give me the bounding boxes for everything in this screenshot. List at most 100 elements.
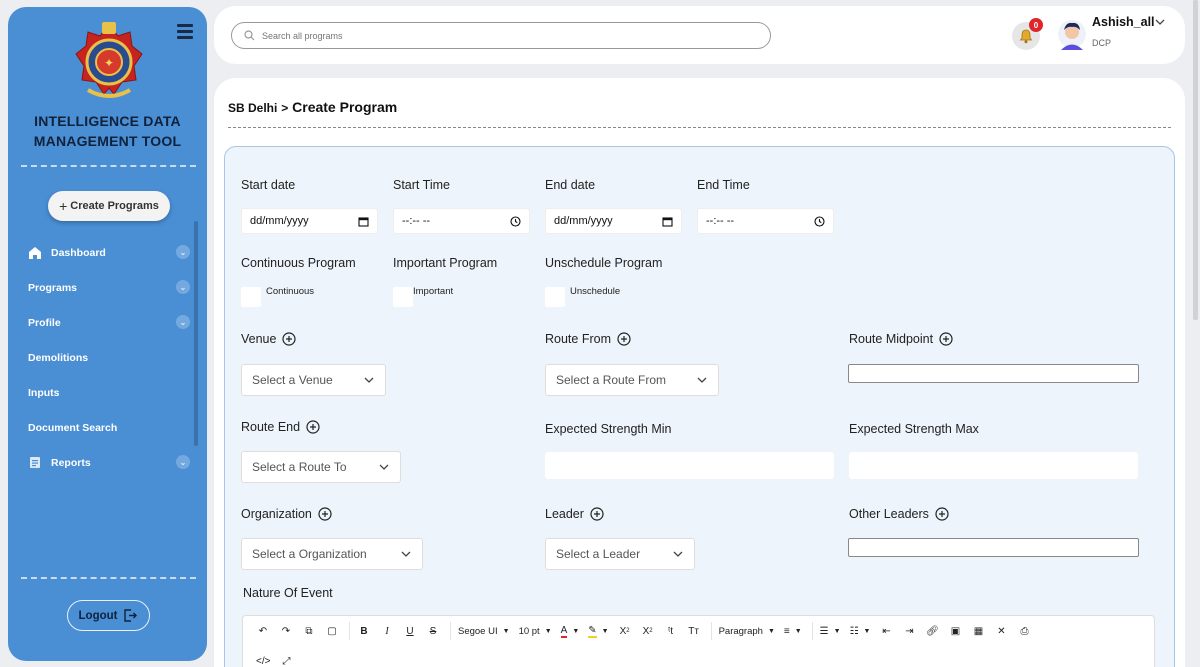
add-circle-icon[interactable] <box>282 332 297 346</box>
end-time-label: End Time <box>697 178 750 192</box>
bell-icon <box>1019 29 1033 43</box>
print-icon[interactable]: ⎙ <box>1014 620 1034 642</box>
start-date-input[interactable]: dd/mm/yyyy <box>241 208 378 234</box>
route-midpoint-input[interactable] <box>848 364 1139 383</box>
add-circle-icon[interactable] <box>306 420 320 434</box>
delhi-police-emblem-logo: ✦ <box>75 22 143 98</box>
svg-text:✦: ✦ <box>104 56 114 70</box>
route-midpoint-label: Route Midpoint <box>849 332 953 346</box>
bold-icon[interactable]: B <box>354 620 374 642</box>
outdent-icon[interactable]: ⇤ <box>876 620 896 642</box>
sidebar-item-document-search[interactable]: Document Search <box>8 410 193 445</box>
sidebar-item-dashboard[interactable]: Dashboard ⌄ <box>8 235 193 270</box>
italic-icon[interactable]: I <box>377 620 397 642</box>
start-time-input[interactable]: --:-- -- <box>393 208 530 234</box>
sidebar-divider <box>21 577 196 579</box>
create-programs-button[interactable]: + Create Programs <box>48 191 170 221</box>
table-icon[interactable]: ▦ <box>968 620 988 642</box>
editor-toolbar-row-1: ↶ ↷ ⧉ ▢ B I U S Segoe UI ▼ 10 pt ▼ A ▼ ✎ ▼ X… <box>243 618 1037 644</box>
highlight-color-icon[interactable]: ✎ ▼ <box>585 620 611 642</box>
venue-select[interactable]: Select a Venue <box>241 364 386 396</box>
route-end-select[interactable]: Select a Route To <box>241 451 401 483</box>
strength-min-input[interactable] <box>545 452 834 479</box>
strength-max-input[interactable] <box>849 452 1138 479</box>
sidebar-item-reports[interactable]: Reports ⌄ <box>8 445 193 480</box>
chevron-down-icon[interactable] <box>1154 16 1166 28</box>
source-code-icon[interactable]: </> <box>253 650 273 667</box>
calendar-icon[interactable] <box>662 216 673 227</box>
editor-toolbar-row-2: </> ⤢ <box>243 648 299 667</box>
add-circle-icon[interactable] <box>318 507 332 521</box>
organization-select[interactable]: Select a Organization <box>241 538 423 570</box>
calendar-icon[interactable] <box>358 216 369 227</box>
end-date-input[interactable]: dd/mm/yyyy <box>545 208 682 234</box>
user-name[interactable]: Ashish_all <box>1092 15 1155 29</box>
font-size-icon[interactable]: Tт <box>684 620 704 642</box>
other-leaders-input[interactable] <box>848 538 1139 557</box>
font-family-select[interactable]: Segoe UI ▼ <box>455 620 513 642</box>
sidebar-item-programs[interactable]: Programs ⌄ <box>8 270 193 305</box>
fullscreen-icon[interactable]: ⤢ <box>276 650 296 667</box>
ordered-list-icon[interactable]: ☰ ▼ <box>817 620 844 642</box>
organization-label: Organization <box>241 507 332 521</box>
rich-text-editor[interactable]: ↶ ↷ ⧉ ▢ B I U S Segoe UI ▼ 10 pt ▼ A ▼ ✎ ▼ X… <box>242 615 1155 667</box>
paste-icon[interactable]: ▢ <box>322 620 342 642</box>
search-box[interactable] <box>231 22 771 49</box>
continuous-checkbox[interactable] <box>241 287 261 307</box>
sidebar-item-profile[interactable]: Profile ⌄ <box>8 305 193 340</box>
add-circle-icon[interactable] <box>590 507 604 521</box>
route-from-label: Route From <box>545 332 631 346</box>
chevron-down-icon <box>673 551 683 557</box>
clock-icon[interactable] <box>510 215 521 227</box>
sidebar-item-inputs[interactable]: Inputs <box>8 375 193 410</box>
main-panel: SB Delhi > Create Program Start date Sta… <box>214 78 1185 667</box>
align-icon[interactable]: ≡ ▼ <box>781 620 805 642</box>
important-checkbox[interactable] <box>393 287 413 307</box>
superscript-icon[interactable]: X2 <box>638 620 658 642</box>
breadcrumb-separator: > <box>281 101 289 115</box>
clear-format-icon[interactable]: ✕ <box>991 620 1011 642</box>
chevron-down-icon[interactable]: ⌄ <box>176 455 190 469</box>
breadcrumb-root[interactable]: SB Delhi <box>228 101 277 115</box>
copy-icon[interactable]: ⧉ <box>299 620 319 642</box>
strikethrough-icon[interactable]: S <box>423 620 443 642</box>
chevron-down-icon[interactable]: ⌄ <box>176 315 190 329</box>
chevron-down-icon <box>401 551 411 557</box>
unordered-list-icon[interactable]: ☷ ▼ <box>847 620 874 642</box>
block-format-select[interactable]: Paragraph ▼ <box>716 620 778 642</box>
add-circle-icon[interactable] <box>617 332 631 346</box>
leader-select[interactable]: Select a Leader <box>545 538 695 570</box>
avatar[interactable] <box>1058 19 1086 50</box>
end-time-input[interactable]: --:-- -- <box>697 208 834 234</box>
end-date-label: End date <box>545 178 596 192</box>
sidebar-item-demolitions[interactable]: Demolitions <box>8 340 193 375</box>
link-icon[interactable]: 🔗︎ <box>922 620 942 642</box>
sidebar-scrollbar[interactable] <box>194 221 198 446</box>
underline-icon[interactable]: U <box>400 620 420 642</box>
clock-icon[interactable] <box>814 215 825 227</box>
image-icon[interactable]: ▣ <box>945 620 965 642</box>
toolbar-separator <box>811 622 813 640</box>
chevron-down-icon[interactable]: ⌄ <box>176 245 190 259</box>
top-bar: 0 Ashish_all DCP <box>214 6 1185 64</box>
subscript-icon[interactable]: X2 <box>615 620 635 642</box>
toolbar-separator <box>450 622 451 640</box>
page-scrollbar[interactable] <box>1193 0 1198 320</box>
font-size-select[interactable]: 10 pt ▼ <box>516 620 555 642</box>
start-time-label: Start Time <box>393 178 450 192</box>
text-color-icon[interactable]: A ▼ <box>558 620 583 642</box>
add-circle-icon[interactable] <box>935 507 949 521</box>
toolbar-separator <box>710 622 712 640</box>
add-circle-icon[interactable] <box>939 332 953 346</box>
redo-icon[interactable]: ↷ <box>276 620 296 642</box>
unschedule-program-label: Unschedule Program <box>545 256 663 270</box>
unschedule-checkbox[interactable] <box>545 287 565 307</box>
route-from-select[interactable]: Select a Route From <box>545 364 719 396</box>
undo-icon[interactable]: ↶ <box>253 620 273 642</box>
chevron-down-icon[interactable]: ⌄ <box>176 280 190 294</box>
search-input[interactable] <box>262 30 742 41</box>
change-case-icon[interactable]: ᵗt <box>661 620 681 642</box>
logout-button[interactable]: Logout <box>67 600 150 631</box>
menu-toggle-icon[interactable] <box>177 24 193 39</box>
indent-icon[interactable]: ⇥ <box>899 620 919 642</box>
